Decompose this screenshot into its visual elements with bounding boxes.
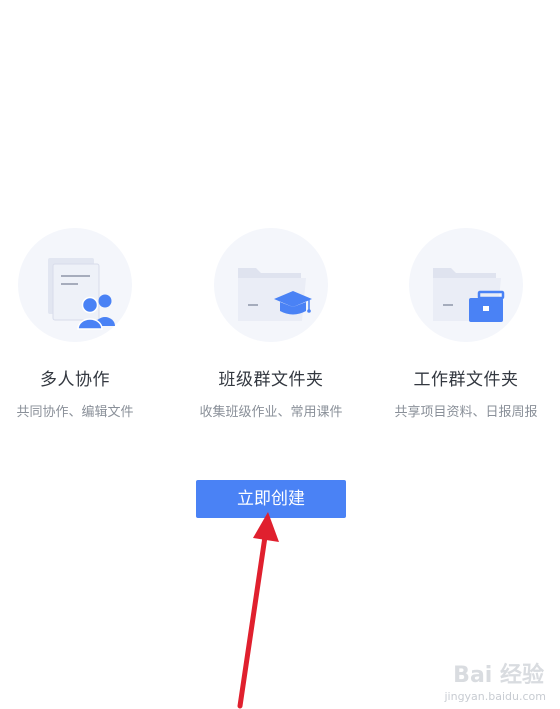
annotation-arrow: [237, 512, 279, 709]
baidu-jingyan-watermark: Bai 经验 jingyan.baidu.com: [422, 657, 552, 703]
watermark-logo: Bai 经验: [453, 663, 544, 688]
watermark-url: jingyan.baidu.com: [444, 690, 546, 703]
